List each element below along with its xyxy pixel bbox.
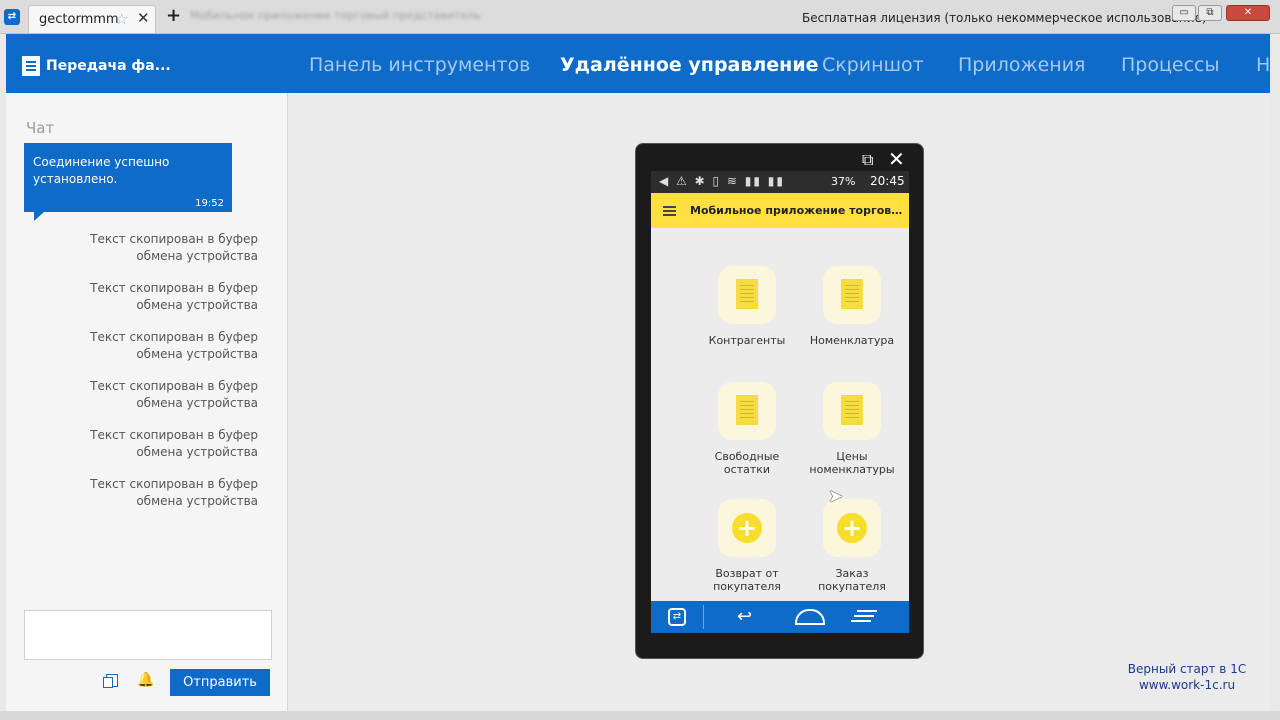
tile-customer-return[interactable]: Возврат от покупателя xyxy=(697,499,797,593)
chat-input[interactable] xyxy=(24,610,272,660)
remote-nav-bar: ⇄ ↩ xyxy=(651,601,909,633)
system-message: Текст скопирован в буфер обмена устройст… xyxy=(90,232,258,263)
watermark-url: www.work-1c.ru xyxy=(1138,678,1236,692)
chat-bubble-tail xyxy=(34,212,44,221)
home-icon[interactable] xyxy=(795,609,825,625)
popout-icon[interactable]: ⧉ xyxy=(862,150,873,170)
close-device-icon[interactable]: ✕ xyxy=(888,147,905,171)
plus-circle-icon xyxy=(823,499,881,557)
send-button[interactable]: Отправить xyxy=(170,669,270,696)
chat-bubble-time: 19:52 xyxy=(195,198,224,209)
mouse-cursor-icon: ➤ xyxy=(828,486,844,507)
taskbar-strip xyxy=(0,711,1280,720)
copy-clipboard-icon[interactable] xyxy=(102,672,118,688)
tile-nomenclature[interactable]: Номенклатура xyxy=(802,266,902,347)
back-icon[interactable]: ↩ xyxy=(737,606,752,627)
chat-bubble: Соединение успешно установлено. 19:52 xyxy=(24,143,232,221)
document-icon xyxy=(718,382,776,440)
chat-bubble-text: Соединение успешно установлено. xyxy=(33,155,170,186)
favorite-star-icon[interactable]: ☆ xyxy=(115,10,128,28)
app-title: Мобильное приложение торговый пр... xyxy=(690,204,905,217)
tile-counterparties[interactable]: Контрагенты xyxy=(697,266,797,347)
chat-title: Чат xyxy=(26,119,55,137)
license-text: Бесплатная лицензия (только некоммерческ… xyxy=(802,11,1207,25)
tile-prices[interactable]: Цены номенклатуры xyxy=(802,382,902,476)
tile-label: Свободные остатки xyxy=(714,450,780,476)
tab-session[interactable]: gectormmm ☆ ✕ xyxy=(28,5,156,33)
tab-label: gectormmm xyxy=(39,12,119,27)
system-message: Текст скопирован в буфер обмена устройст… xyxy=(90,281,258,312)
nav-processes[interactable]: Процессы xyxy=(1121,54,1220,76)
system-message: Текст скопирован в буфер обмена устройст… xyxy=(90,330,258,361)
tab-close-icon[interactable]: ✕ xyxy=(137,9,150,27)
nav-apps[interactable]: Приложения xyxy=(958,54,1085,76)
nav-toolbar[interactable]: Панель инструментов xyxy=(309,54,530,76)
system-message: Текст скопирован в буфер обмена устройст… xyxy=(90,477,258,508)
tile-label: Цены номенклатуры xyxy=(809,450,895,476)
notification-bell-icon[interactable]: 🔔 xyxy=(137,672,154,688)
title-bar: ⇄ gectormmm ☆ ✕ + Мобильное приложение т… xyxy=(0,0,1280,34)
nav-more[interactable]: Н xyxy=(1256,54,1270,76)
status-time: 20:45 xyxy=(870,174,905,188)
system-message: Текст скопирован в буфер обмена устройст… xyxy=(90,379,258,410)
device-screen[interactable]: ◀ ⚠ ✱ ▯ ≋ ▮▮ ▮▮ 37% 20:45 Мобильное прил… xyxy=(651,171,909,633)
minimize-button[interactable]: ▭ xyxy=(1172,5,1196,21)
teamviewer-logo-icon: ⇄ xyxy=(4,9,20,25)
nav-divider xyxy=(703,605,704,629)
document-icon xyxy=(718,266,776,324)
tile-label: Заказ покупателя xyxy=(818,567,886,593)
close-window-button[interactable]: ✕ xyxy=(1226,5,1270,21)
document-icon xyxy=(823,266,881,324)
tile-label: Номенклатура xyxy=(809,334,895,347)
menu-icon[interactable] xyxy=(857,610,877,612)
new-tab-plus-icon[interactable]: + xyxy=(166,5,181,26)
teamviewer-icon[interactable]: ⇄ xyxy=(668,608,686,626)
battery-level: 37% xyxy=(831,175,856,188)
tile-label: Контрагенты xyxy=(708,334,786,347)
hamburger-menu-icon[interactable] xyxy=(663,206,676,208)
document-icon xyxy=(823,382,881,440)
tile-customer-order[interactable]: Заказ покупателя xyxy=(802,499,902,593)
watermark-line1: Верный старт в 1С xyxy=(1127,662,1247,676)
nav-remote-control[interactable]: Удалённое управление xyxy=(560,54,819,76)
window-title: Мобильное приложение торговый представит… xyxy=(190,9,481,22)
plus-circle-icon xyxy=(718,499,776,557)
chat-panel: Чат Соединение успешно установлено. 19:5… xyxy=(6,93,288,711)
device-frame: ⧉ ✕ ◀ ⚠ ✱ ▯ ≋ ▮▮ ▮▮ 37% 20:45 Мобильное … xyxy=(635,143,924,659)
android-status-bar: ◀ ⚠ ✱ ▯ ≋ ▮▮ ▮▮ 37% 20:45 xyxy=(651,171,909,193)
watermark: Верный старт в 1С www.work-1c.ru xyxy=(1118,661,1256,693)
tile-free-stock[interactable]: Свободные остатки xyxy=(697,382,797,476)
tile-label: Возврат от покупателя xyxy=(713,567,781,593)
nav-screenshot[interactable]: Скриншот xyxy=(822,54,924,76)
app-bar: Мобильное приложение торговый пр... xyxy=(651,193,909,228)
status-icons: ◀ ⚠ ✱ ▯ ≋ ▮▮ ▮▮ xyxy=(659,174,785,188)
system-message: Текст скопирован в буфер обмена устройст… xyxy=(90,428,258,459)
file-transfer-button[interactable]: Передача фа... xyxy=(46,58,171,74)
main-header: Передача фа... Панель инструментов Удалё… xyxy=(6,34,1270,93)
file-transfer-icon xyxy=(22,56,40,76)
maximize-button[interactable]: ⧉ xyxy=(1198,5,1222,21)
